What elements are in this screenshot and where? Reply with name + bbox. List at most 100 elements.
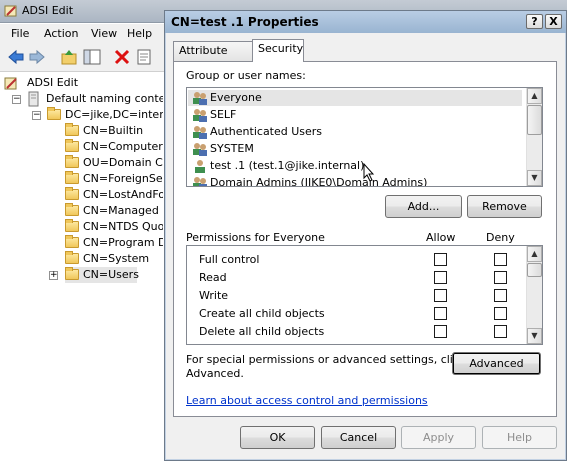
- tree-item-label: CN=Managed Se: [83, 204, 163, 217]
- menu-action[interactable]: Action: [44, 27, 78, 40]
- special-permissions-text-line1: For special permissions or advanced sett…: [186, 353, 466, 366]
- menu-file[interactable]: File: [11, 27, 29, 40]
- scroll-down-icon[interactable]: ▼: [527, 328, 542, 344]
- tree-item-label: CN=Users: [83, 268, 139, 281]
- collapse-domain-icon[interactable]: −: [32, 111, 41, 120]
- show-hide-tree-icon[interactable]: [83, 48, 101, 66]
- scroll-thumb[interactable]: [527, 105, 542, 135]
- tree-pane: ADSI Edit − Default naming context − DC=…: [0, 72, 163, 461]
- allow-header: Allow: [426, 231, 456, 244]
- tree-item-label: CN=NTDS Quota: [83, 220, 163, 233]
- list-item-self[interactable]: SELF: [188, 107, 522, 123]
- dialog-title-bar: CN=test .1 Properties ? X: [165, 11, 566, 33]
- tree-item-selected[interactable]: CN=Users: [65, 267, 139, 283]
- folder-icon: [65, 155, 79, 168]
- group-icon: [193, 92, 207, 105]
- back-arrow-icon[interactable]: [7, 48, 25, 66]
- adsi-edit-icon: [4, 77, 17, 90]
- allow-checkbox[interactable]: [434, 325, 447, 338]
- tree-domain[interactable]: DC=jike,DC=interna: [47, 107, 163, 123]
- add-button[interactable]: Add...: [385, 195, 462, 218]
- list-item-system[interactable]: SYSTEM: [188, 141, 522, 157]
- menu-view[interactable]: View: [91, 27, 117, 40]
- special-permissions-text-line2: Advanced.: [186, 367, 244, 380]
- tab-attribute-editor[interactable]: Attribute Editor: [173, 41, 253, 75]
- list-item-test-user[interactable]: test .1 (test.1@jike.internal): [188, 158, 522, 174]
- tree-item[interactable]: CN=Program Da: [65, 235, 163, 251]
- tree-item[interactable]: CN=Computers: [65, 139, 163, 155]
- list-item-authenticated-users[interactable]: Authenticated Users: [188, 124, 522, 140]
- tree-item[interactable]: CN=ForeignSecu: [65, 171, 163, 187]
- remove-button[interactable]: Remove: [467, 195, 542, 218]
- mouse-cursor-icon: [363, 163, 375, 182]
- allow-checkbox[interactable]: [434, 271, 447, 284]
- tree-item[interactable]: CN=System: [65, 251, 163, 267]
- deny-checkbox[interactable]: [494, 289, 507, 302]
- tree-item[interactable]: CN=Builtin: [65, 123, 163, 139]
- folder-icon: [65, 251, 79, 264]
- scroll-down-icon[interactable]: ▼: [527, 170, 542, 186]
- delete-icon[interactable]: [113, 48, 131, 66]
- tree-root-label: ADSI Edit: [27, 76, 79, 89]
- permission-name: Full control: [199, 253, 260, 266]
- scroll-up-icon[interactable]: ▲: [527, 88, 542, 104]
- properties-dialog: CN=test .1 Properties ? X Attribute Edit…: [164, 10, 567, 461]
- permission-name: Read: [199, 271, 227, 284]
- tree-domain-label: DC=jike,DC=interna: [65, 108, 163, 121]
- cancel-button[interactable]: Cancel: [321, 426, 396, 449]
- allow-checkbox[interactable]: [434, 307, 447, 320]
- tree-item[interactable]: CN=Managed Se: [65, 203, 163, 219]
- tree-root[interactable]: ADSI Edit: [4, 75, 154, 91]
- group-icon: [193, 143, 207, 156]
- allow-checkbox[interactable]: [434, 253, 447, 266]
- apply-button[interactable]: Apply: [401, 426, 476, 449]
- permissions-scrollbar[interactable]: ▲ ▼: [526, 246, 542, 344]
- permission-row: Delete all child objects: [187, 322, 525, 340]
- list-item-everyone[interactable]: Everyone: [188, 90, 522, 106]
- adsi-window-title: ADSI Edit: [22, 4, 74, 17]
- forward-arrow-icon[interactable]: [28, 48, 46, 66]
- list-item-domain-admins[interactable]: Domain Admins (JIKE0\Domain Admins): [188, 175, 522, 187]
- permission-name: Write: [199, 289, 229, 302]
- tree-item-label: CN=Computers: [83, 140, 163, 153]
- tree-item[interactable]: CN=LostAndFou: [65, 187, 163, 203]
- up-folder-icon[interactable]: [60, 48, 78, 66]
- user-name: Domain Admins (JIKE0\Domain Admins): [210, 176, 428, 187]
- user-name: SELF: [210, 108, 237, 121]
- tree-naming-context[interactable]: Default naming context: [27, 91, 163, 107]
- help-title-button[interactable]: ?: [526, 14, 543, 29]
- tree-item-label: CN=System: [83, 252, 150, 265]
- tree-item[interactable]: OU=Domain Cor: [65, 155, 163, 171]
- user-name: test .1 (test.1@jike.internal): [210, 159, 365, 172]
- expand-users-icon[interactable]: +: [49, 271, 58, 280]
- tree-item-label: CN=Program Da: [83, 236, 163, 249]
- permission-name: Delete all child objects: [199, 325, 325, 338]
- dialog-title: CN=test .1 Properties: [171, 15, 319, 29]
- menu-help[interactable]: Help: [127, 27, 152, 40]
- deny-checkbox[interactable]: [494, 307, 507, 320]
- user-list-scrollbar[interactable]: ▲ ▼: [526, 88, 542, 186]
- folder-icon: [65, 203, 79, 216]
- ok-button[interactable]: OK: [240, 426, 315, 449]
- help-button[interactable]: Help: [482, 426, 557, 449]
- properties-icon[interactable]: [135, 48, 153, 66]
- scroll-thumb[interactable]: [527, 263, 542, 277]
- tab-security[interactable]: Security: [252, 39, 304, 62]
- folder-icon: [65, 235, 79, 248]
- deny-checkbox[interactable]: [494, 271, 507, 284]
- tree-item[interactable]: CN=NTDS Quota: [65, 219, 163, 235]
- deny-checkbox[interactable]: [494, 325, 507, 338]
- group-icon: [193, 109, 207, 122]
- folder-icon: [65, 219, 79, 232]
- advanced-button[interactable]: Advanced: [452, 352, 541, 375]
- collapse-naming-context-icon[interactable]: −: [12, 95, 21, 104]
- scroll-up-icon[interactable]: ▲: [527, 246, 542, 262]
- deny-checkbox[interactable]: [494, 253, 507, 266]
- folder-icon: [47, 107, 61, 120]
- permission-name: Create all child objects: [199, 307, 325, 320]
- allow-checkbox[interactable]: [434, 289, 447, 302]
- learn-more-link[interactable]: Learn about access control and permissio…: [186, 394, 428, 407]
- close-button[interactable]: X: [545, 14, 562, 29]
- folder-icon: [65, 267, 79, 280]
- server-icon: [28, 91, 39, 107]
